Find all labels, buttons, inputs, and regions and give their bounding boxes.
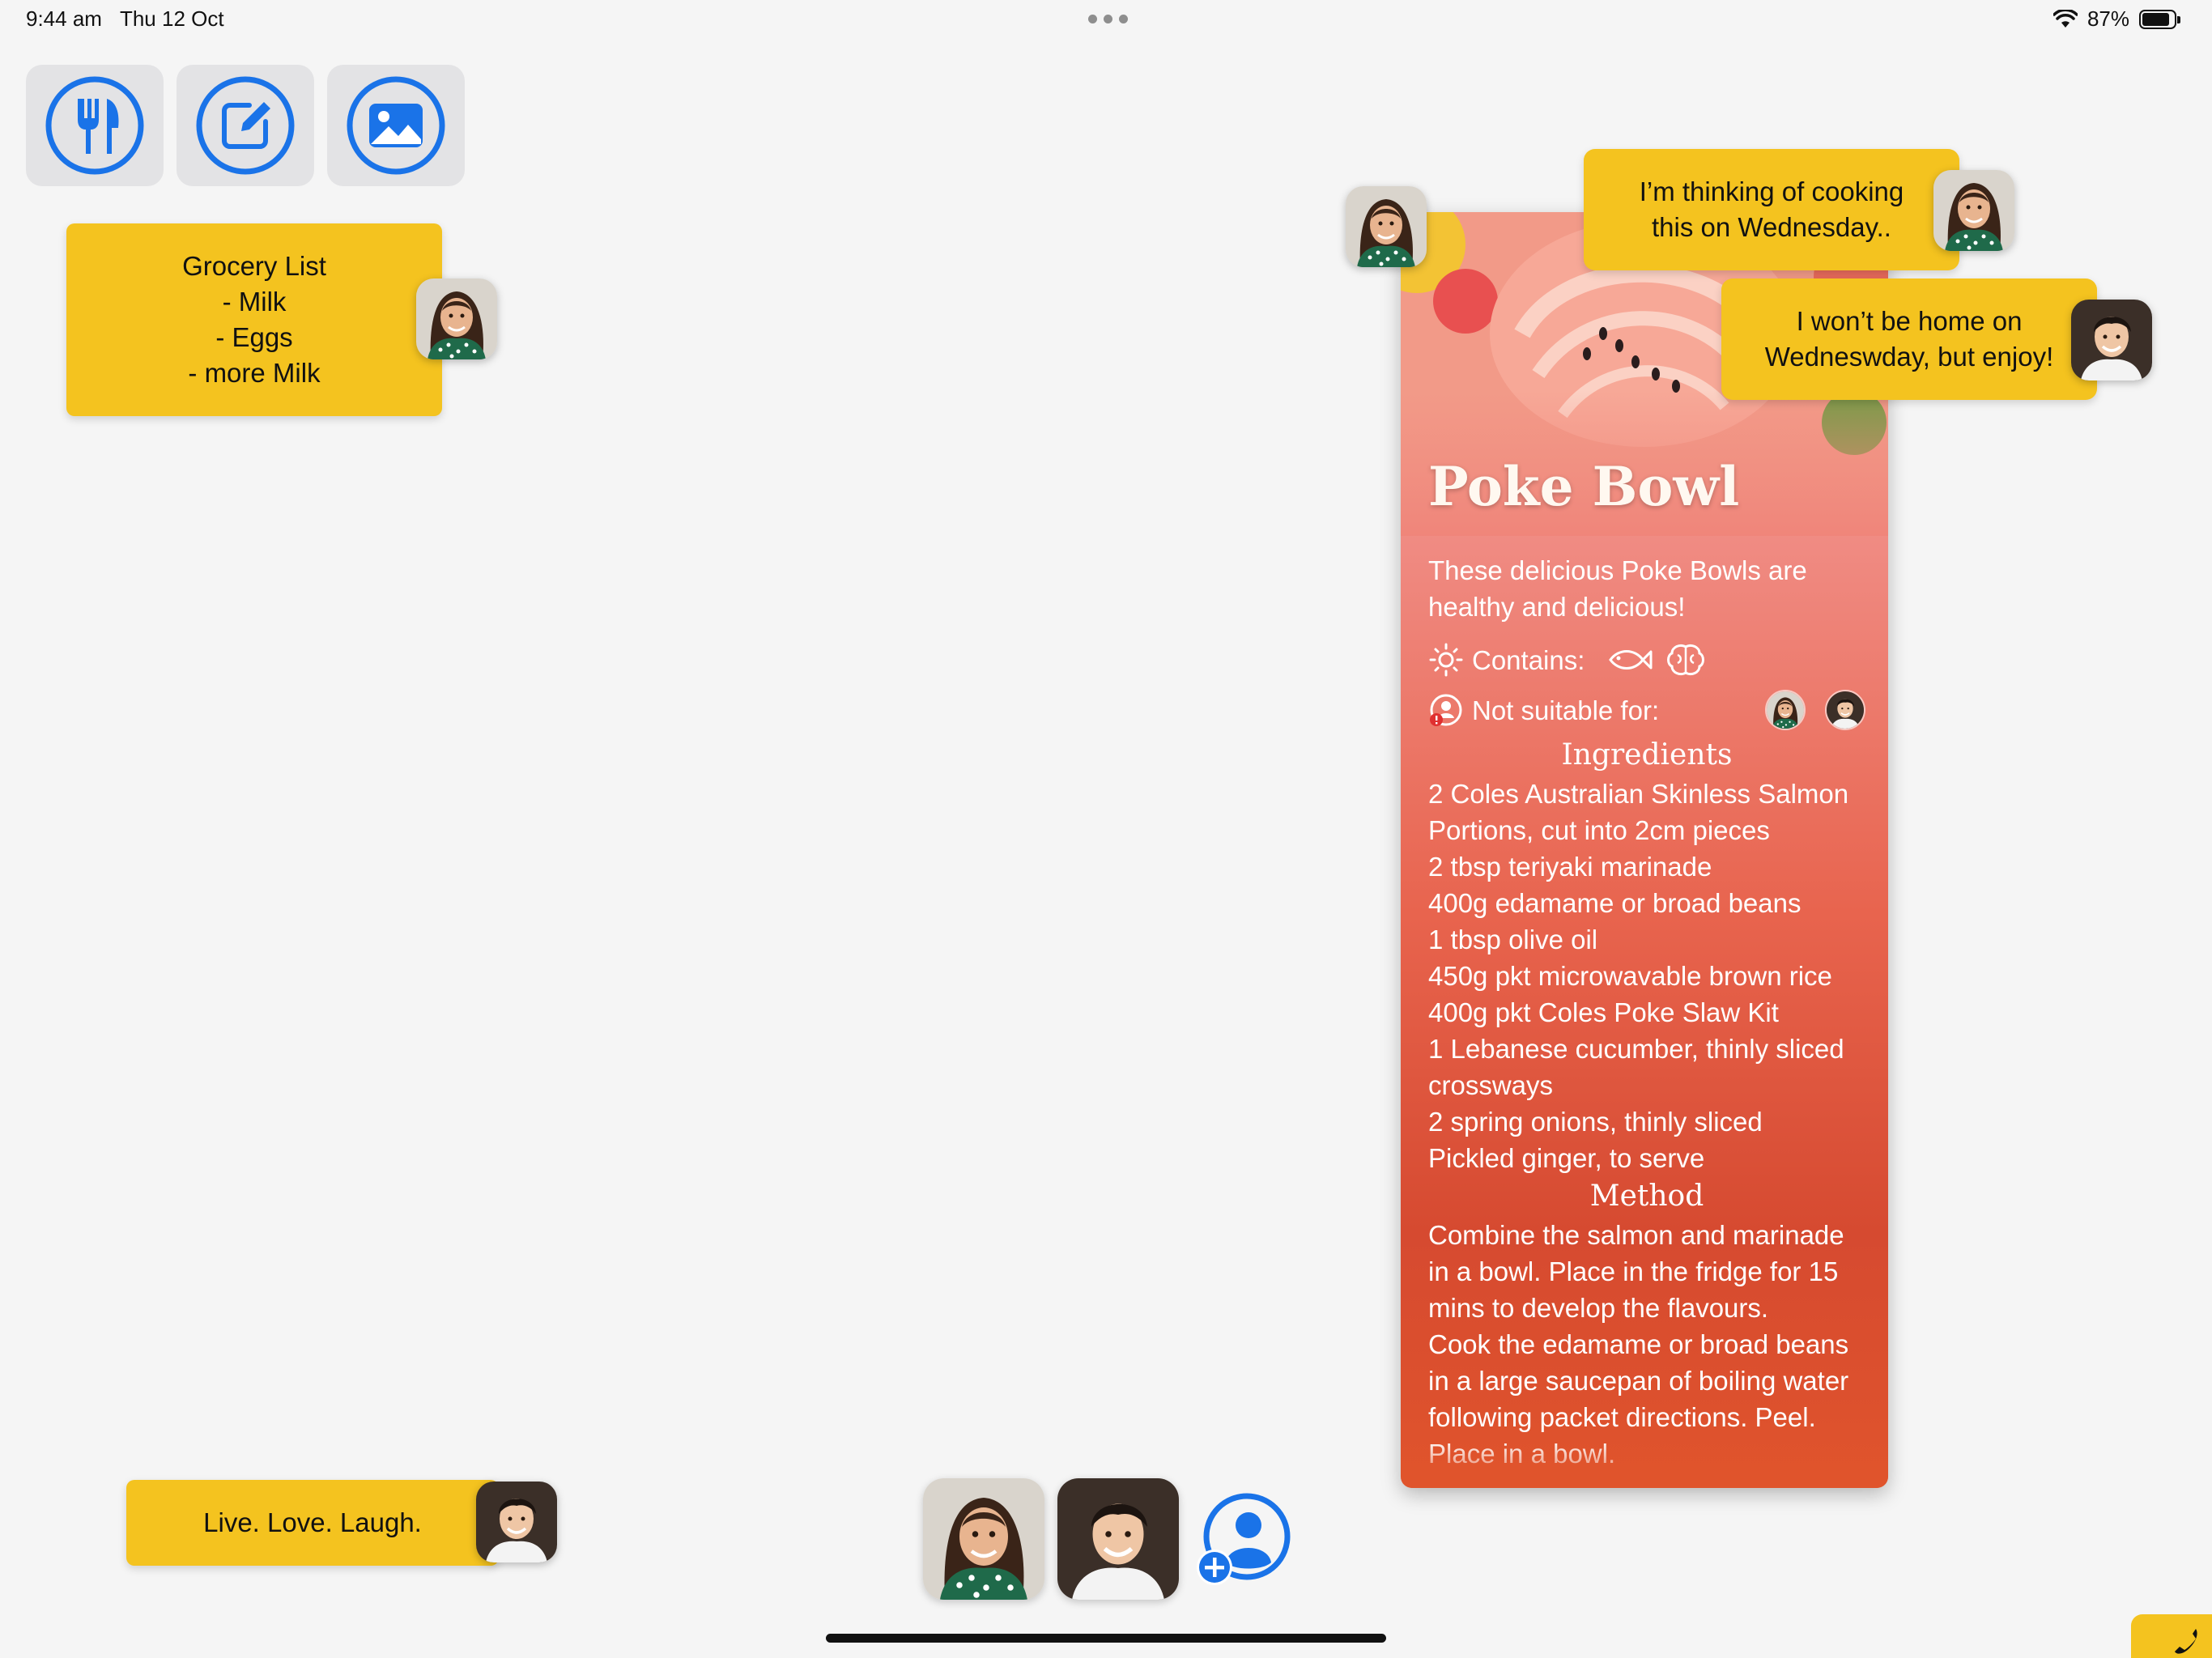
status-time: 9:44 am [26, 6, 102, 31]
allergen-icon [1429, 643, 1463, 677]
avatar-woman [1346, 186, 1427, 267]
method-step: Combine the salmon and marinade in a bow… [1428, 1220, 1844, 1323]
add-recipe-button[interactable] [26, 65, 164, 186]
multitasking-dots[interactable] [1088, 15, 1128, 23]
photo-icon [347, 76, 445, 175]
ingredient-item: 400g pkt Coles Poke Slaw Kit [1428, 997, 1779, 1027]
wifi-icon [2052, 9, 2078, 28]
home-indicator[interactable] [826, 1634, 1386, 1643]
grocery-line: - Milk [222, 287, 287, 317]
add-photo-button[interactable] [327, 65, 465, 186]
contains-label: Contains: [1472, 644, 1585, 675]
battery-percent: 87% [2087, 6, 2129, 31]
ingredients-heading: Ingredients [1561, 738, 1733, 772]
message-bubble[interactable]: I’m thinking of cooking this on Wednesda… [1584, 149, 1959, 270]
ingredients-list: 2 Coles Australian Skinless Salmon Porti… [1428, 776, 1865, 1176]
ingredient-item: 1 tbsp olive oil [1428, 925, 1598, 954]
ingredient-item: 1 Lebanese cucumber, thinly sliced cross… [1428, 1034, 1844, 1100]
method-heading: Method [1589, 1180, 1704, 1213]
recipe-description: These delicious Poke Bowls are healthy a… [1428, 555, 1807, 622]
add-person-icon[interactable] [1193, 1491, 1291, 1588]
participant-woman-button[interactable] [923, 1478, 1044, 1600]
message-text: I won’t be home on Wedneswday, but enjoy… [1764, 306, 2054, 372]
battery-icon [2139, 9, 2180, 29]
grocery-line: - more Milk [188, 358, 321, 388]
avatar-man [2071, 300, 2152, 380]
add-note-button[interactable] [177, 65, 314, 186]
method-list: Combine the salmon and marinade in a bow… [1428, 1217, 1865, 1472]
contains-row: Contains: [1428, 635, 1865, 685]
person-warning-icon [1430, 694, 1462, 726]
participant-man-button[interactable] [1057, 1478, 1179, 1600]
fish-icon [1609, 650, 1653, 670]
quote-note[interactable]: Live. Love. Laugh. [126, 1480, 499, 1566]
grocery-list-note[interactable]: Grocery List - Milk - Eggs - more Milk [66, 223, 442, 416]
status-bar-right: 87% [2052, 6, 2180, 32]
status-bar-left: 9:44 am Thu 12 Oct [26, 6, 224, 32]
avatar-man [476, 1482, 557, 1562]
call-tab[interactable] [2131, 1614, 2212, 1658]
ingredient-item: 2 spring onions, thinly sliced [1428, 1107, 1763, 1137]
message-text: I’m thinking of cooking this on Wednesda… [1639, 176, 1904, 242]
not-suitable-label: Not suitable for: [1472, 695, 1660, 725]
recipe-title: Poke Bowl [1428, 455, 1740, 518]
ingredient-item: Pickled ginger, to serve [1428, 1143, 1705, 1173]
avatar-woman [1933, 170, 2014, 251]
grocery-line: - Eggs [215, 322, 293, 352]
not-suitable-row: Not suitable for: [1428, 685, 1865, 735]
quote-text: Live. Love. Laugh. [203, 1507, 422, 1537]
phone-icon [2175, 1629, 2197, 1654]
fork-knife-icon [45, 76, 144, 175]
pencil-square-icon [196, 76, 295, 175]
ingredient-item: 2 tbsp teriyaki marinade [1428, 852, 1712, 882]
avatar-man-small [1825, 690, 1865, 730]
brain-icon [1667, 644, 1705, 676]
grocery-line: Grocery List [182, 251, 326, 281]
avatar-woman-small [1765, 690, 1806, 730]
ingredient-item: 2 Coles Australian Skinless Salmon Porti… [1428, 779, 1849, 845]
scroll-fade [1401, 1439, 1888, 1488]
avatar-woman [416, 278, 497, 359]
message-bubble[interactable]: I won’t be home on Wedneswday, but enjoy… [1721, 278, 2097, 400]
ingredient-item: 450g pkt microwavable brown rice [1428, 961, 1832, 991]
recipe-card[interactable]: Poke Bowl These delicious Poke Bowls are… [1401, 212, 1888, 1488]
ingredient-item: 400g edamame or broad beans [1428, 888, 1802, 918]
status-date: Thu 12 Oct [119, 6, 224, 31]
